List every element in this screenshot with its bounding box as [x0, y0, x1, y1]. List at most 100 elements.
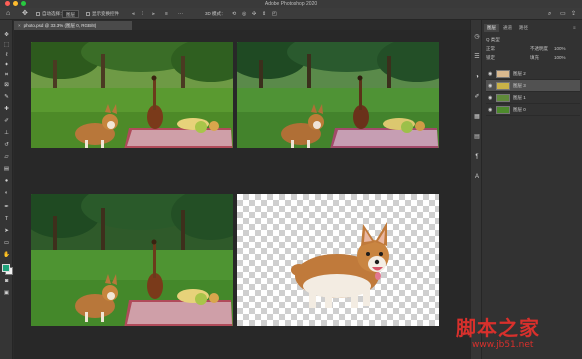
- distribute-icon[interactable]: ≡: [165, 10, 168, 18]
- photo-original: [31, 42, 233, 148]
- swatches-icon[interactable]: ▦: [473, 114, 481, 121]
- tab-channels[interactable]: 通道: [500, 24, 515, 32]
- type-tool-icon[interactable]: T: [3, 216, 10, 222]
- 3d-pan-icon[interactable]: ✣: [252, 10, 256, 18]
- app-title: Adobe Photoshop 2020: [264, 1, 318, 7]
- lock-label: 锁定: [486, 55, 495, 60]
- home-icon[interactable]: ⌂: [6, 10, 10, 18]
- brush-tool-icon[interactable]: ✐: [3, 118, 10, 124]
- search-icon[interactable]: ⌕: [548, 10, 551, 18]
- 3d-roll-icon[interactable]: ◎: [242, 10, 246, 18]
- 3d-scale-icon[interactable]: ◰: [272, 10, 277, 18]
- canvas-area[interactable]: [14, 30, 470, 359]
- layer-name: 图层 1: [513, 95, 526, 100]
- history-icon[interactable]: ◷: [473, 34, 481, 41]
- mode-3d-label: 3D 模式：: [205, 11, 226, 16]
- libraries-icon[interactable]: ▤: [473, 134, 481, 141]
- lasso-tool-icon[interactable]: ℓ: [3, 52, 10, 58]
- photo-layer-copy: [31, 194, 233, 326]
- visibility-eye-icon[interactable]: ◉: [488, 71, 492, 77]
- screen-mode-icon[interactable]: ▣: [3, 290, 10, 296]
- share-icon[interactable]: ⇪: [571, 10, 576, 18]
- layers-panel: 图层 通道 路径 ≡ Q 类型 正常 不透明度 100% 锁定 填充 100% …: [482, 20, 582, 359]
- 3d-rotate-icon[interactable]: ⟲: [232, 10, 236, 18]
- photo-adjusted-image: [237, 42, 439, 148]
- align-left-icon[interactable]: ⫷: [132, 10, 135, 18]
- align-right-icon[interactable]: ⫸: [152, 10, 155, 18]
- panel-menu-icon[interactable]: ≡: [570, 24, 579, 32]
- document-tab[interactable]: × photo.psd @ 33.3% (图层 0, RGB/8): [14, 21, 132, 30]
- layer-thumbnail: [496, 106, 510, 114]
- layer-name: 图层 3: [513, 83, 526, 88]
- layer-thumbnail: [496, 94, 510, 102]
- layer-row[interactable]: ◉ 图层 3: [486, 80, 580, 92]
- character-icon[interactable]: A: [473, 174, 481, 181]
- marquee-tool-icon[interactable]: ⬚: [3, 42, 10, 48]
- gradient-tool-icon[interactable]: ▤: [3, 166, 10, 172]
- dodge-tool-icon[interactable]: ◐: [3, 190, 10, 196]
- layer-row[interactable]: ◉ 图层 1: [486, 92, 580, 104]
- checkbox-icon: [36, 11, 40, 16]
- quick-mask-icon[interactable]: ◙: [3, 278, 10, 284]
- workspace-icon[interactable]: ▭: [560, 10, 566, 18]
- layer-row[interactable]: ◉ 图层 0: [486, 104, 580, 116]
- auto-select-checkbox[interactable]: 自动选择：: [36, 10, 65, 18]
- history-brush-tool-icon[interactable]: ↺: [3, 142, 10, 148]
- fill-label: 填充: [530, 55, 539, 60]
- visibility-eye-icon[interactable]: ◉: [488, 107, 492, 113]
- document-tab-label: photo.psd @ 33.3% (图层 0, RGB/8): [23, 23, 97, 28]
- eyedropper-tool-icon[interactable]: ✎: [3, 94, 10, 100]
- magic-wand-tool-icon[interactable]: ✦: [3, 62, 10, 68]
- healing-tool-icon[interactable]: ✚: [3, 106, 10, 112]
- paragraph-icon[interactable]: ¶: [473, 154, 481, 161]
- panel-tabs: 图层 通道 路径 ≡: [482, 24, 582, 32]
- pen-tool-icon[interactable]: ✒: [3, 204, 10, 210]
- move-tool-icon[interactable]: ✥: [22, 10, 28, 18]
- close-tab-icon[interactable]: ×: [18, 23, 21, 28]
- layer-name: 图层 0: [513, 107, 526, 112]
- move-tool-icon[interactable]: ✥: [3, 32, 10, 38]
- more-options-icon[interactable]: ···: [178, 10, 183, 18]
- dog-cutout-image: [291, 222, 389, 308]
- tab-paths[interactable]: 路径: [516, 24, 531, 32]
- brush-settings-icon[interactable]: ✐: [473, 94, 481, 101]
- stamp-tool-icon[interactable]: ⊥: [3, 130, 10, 136]
- path-select-tool-icon[interactable]: ➤: [3, 228, 10, 234]
- crop-tool-icon[interactable]: ⌗: [3, 72, 10, 78]
- 3d-slide-icon[interactable]: ⇕: [262, 10, 266, 18]
- photo-adjusted: [237, 42, 439, 148]
- title-bar: Adobe Photoshop 2020: [0, 0, 582, 8]
- watermark-logo: 脚本之家: [456, 316, 540, 340]
- fill-value[interactable]: 100%: [554, 54, 566, 61]
- watermark-url: www.jb51.net: [472, 340, 534, 350]
- visibility-eye-icon[interactable]: ◉: [488, 83, 492, 89]
- checkbox-icon: [86, 11, 90, 16]
- opacity-value[interactable]: 100%: [554, 45, 566, 52]
- options-bar: ⌂ ✥ 自动选择： 图层 显示变换控件 ⫷ ⫶ ⫸ ≡ ··· 3D 模式： ⟲…: [0, 8, 582, 20]
- frame-tool-icon[interactable]: ⊠: [3, 82, 10, 88]
- tools-panel: ✥ ⬚ ℓ ✦ ⌗ ⊠ ✎ ✚ ✐ ⊥ ↺ ▱ ▤ ● ◐ ✒ T ➤ ▭ ✋ …: [0, 20, 13, 359]
- visibility-eye-icon[interactable]: ◉: [488, 95, 492, 101]
- adjustments-icon[interactable]: ◑: [473, 74, 481, 81]
- align-center-icon[interactable]: ⫶: [142, 10, 143, 18]
- eraser-tool-icon[interactable]: ▱: [3, 154, 10, 160]
- layer-filter-dropdown[interactable]: Q 类型: [486, 36, 500, 43]
- blur-tool-icon[interactable]: ●: [3, 178, 10, 184]
- opacity-label: 不透明度: [530, 46, 548, 51]
- photo-original-image: [31, 42, 233, 148]
- rectangle-tool-icon[interactable]: ▭: [3, 240, 10, 246]
- show-transform-label: 显示变换控件: [92, 11, 119, 16]
- properties-icon[interactable]: ☰: [473, 54, 481, 61]
- collapsed-panels-strip: ◷ ☰ ◑ ✐ ▦ ▤ ¶ A: [470, 20, 482, 359]
- layer-row[interactable]: ◉ 图层 2: [486, 68, 580, 80]
- layer-name: 图层 2: [513, 71, 526, 76]
- tab-layers[interactable]: 图层: [484, 24, 499, 32]
- show-transform-checkbox[interactable]: 显示变换控件: [86, 10, 119, 18]
- layer-thumbnail: [496, 82, 510, 90]
- foreground-color-swatch[interactable]: [2, 264, 10, 272]
- hand-tool-icon[interactable]: ✋: [3, 252, 10, 258]
- auto-select-dropdown[interactable]: 图层: [62, 10, 79, 18]
- blend-mode-dropdown[interactable]: 正常: [486, 45, 495, 52]
- cutout-transparent: [237, 194, 439, 326]
- photo-layer-copy-image: [31, 194, 233, 326]
